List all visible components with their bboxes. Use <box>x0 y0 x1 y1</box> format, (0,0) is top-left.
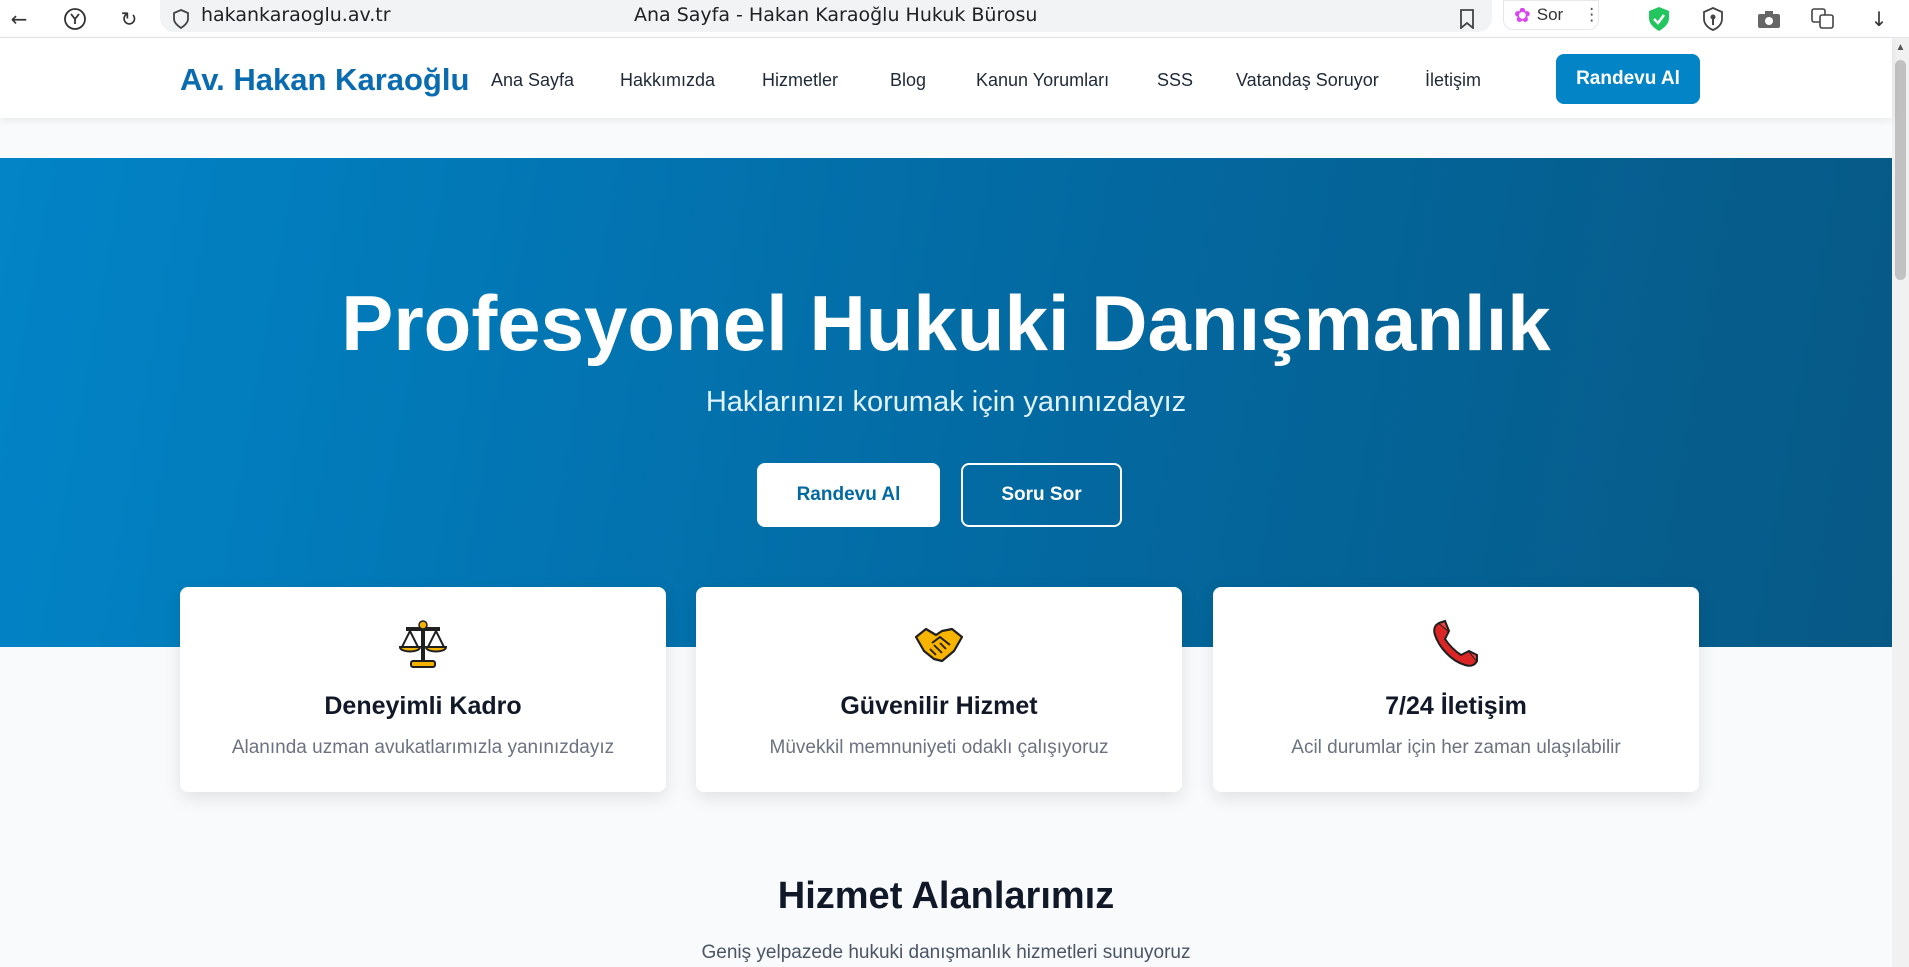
feature-description: Acil durumlar için her zaman ulaşılabili… <box>1291 737 1621 758</box>
feature-description: Müvekkil memnuniyeti odaklı çalışıyoruz <box>769 737 1109 758</box>
ai-ask-button[interactable]: ✿ Sor ⋮ <box>1503 0 1600 30</box>
nav-link-about[interactable]: Hakkımızda <box>620 70 715 91</box>
hero-section: Profesyonel Hukuki Danışmanlık Haklarını… <box>0 158 1892 647</box>
feature-title: Güvenilir Hizmet <box>840 692 1038 720</box>
protect-shield-icon[interactable] <box>1644 4 1674 34</box>
services-section-subtitle: Geniş yelpazede hukuki danışmanlık hizme… <box>701 942 1191 963</box>
reload-icon[interactable]: ↻ <box>114 4 144 34</box>
nav-link-citizen-asks[interactable]: Vatandaş Soruyor <box>1236 70 1379 91</box>
feature-card-reliable-service: Güvenilir Hizmet Müvekkil memnuniyeti od… <box>696 587 1182 792</box>
download-icon[interactable]: ↓ <box>1864 4 1894 34</box>
site-logo[interactable]: Av. Hakan Karaoğlu <box>180 62 469 98</box>
hero-appointment-button[interactable]: Randevu Al <box>757 463 940 527</box>
scrollbar-thumb[interactable] <box>1895 60 1906 280</box>
browser-logo-icon[interactable] <box>60 4 90 34</box>
scroll-up-arrow-icon[interactable]: ▲ <box>1894 42 1907 55</box>
nav-link-law-comments[interactable]: Kanun Yorumları <box>976 70 1109 91</box>
page-tab-title: Ana Sayfa - Hakan Karaoğlu Hukuk Bürosu <box>634 4 1038 26</box>
feature-title: 7/24 İletişim <box>1385 692 1527 720</box>
password-key-icon[interactable] <box>1698 4 1728 34</box>
hero-subtitle: Haklarınızı korumak için yanınızdayız <box>705 386 1187 418</box>
feature-title: Deneyimli Kadro <box>324 692 522 720</box>
screenshot-camera-icon[interactable] <box>1754 4 1784 34</box>
feature-description: Alanında uzman avukatlarımızla yanınızda… <box>231 737 615 758</box>
feature-card-experienced-staff: Deneyimli Kadro Alanında uzman avukatlar… <box>180 587 666 792</box>
services-section-title: Hizmet Alanlarımız <box>777 875 1115 917</box>
nav-link-faq[interactable]: SSS <box>1157 70 1193 91</box>
nav-link-contact[interactable]: İletişim <box>1425 70 1481 91</box>
phone-icon <box>1213 617 1699 673</box>
site-info-shield-icon[interactable] <box>166 4 196 34</box>
feature-card-24-7-contact: 7/24 İletişim Acil durumlar için her zam… <box>1213 587 1699 792</box>
hero-title: Profesyonel Hukuki Danışmanlık <box>341 279 1551 367</box>
translate-icon[interactable] <box>1808 4 1838 34</box>
ai-sparkle-icon: ✿ <box>1514 4 1531 27</box>
bookmark-icon[interactable] <box>1452 4 1482 34</box>
hero-ask-question-button[interactable]: Soru Sor <box>961 463 1122 527</box>
browser-toolbar: ← ↻ hakankaraoglu.av.tr Ana Sayfa - Haka… <box>0 0 1909 38</box>
nav-link-blog[interactable]: Blog <box>890 70 926 91</box>
site-navbar: Av. Hakan Karaoğlu Ana Sayfa Hakkımızda … <box>0 38 1892 118</box>
back-arrow-icon[interactable]: ← <box>4 4 34 34</box>
handshake-icon <box>696 617 1182 673</box>
nav-appointment-button[interactable]: Randevu Al <box>1556 54 1700 104</box>
more-menu-icon[interactable]: ⋮ <box>1583 5 1600 25</box>
scales-icon <box>180 617 666 673</box>
ai-ask-label: Sor <box>1536 5 1564 24</box>
nav-link-home[interactable]: Ana Sayfa <box>491 70 574 91</box>
nav-link-services[interactable]: Hizmetler <box>762 70 838 91</box>
address-url[interactable]: hakankaraoglu.av.tr <box>201 4 391 26</box>
